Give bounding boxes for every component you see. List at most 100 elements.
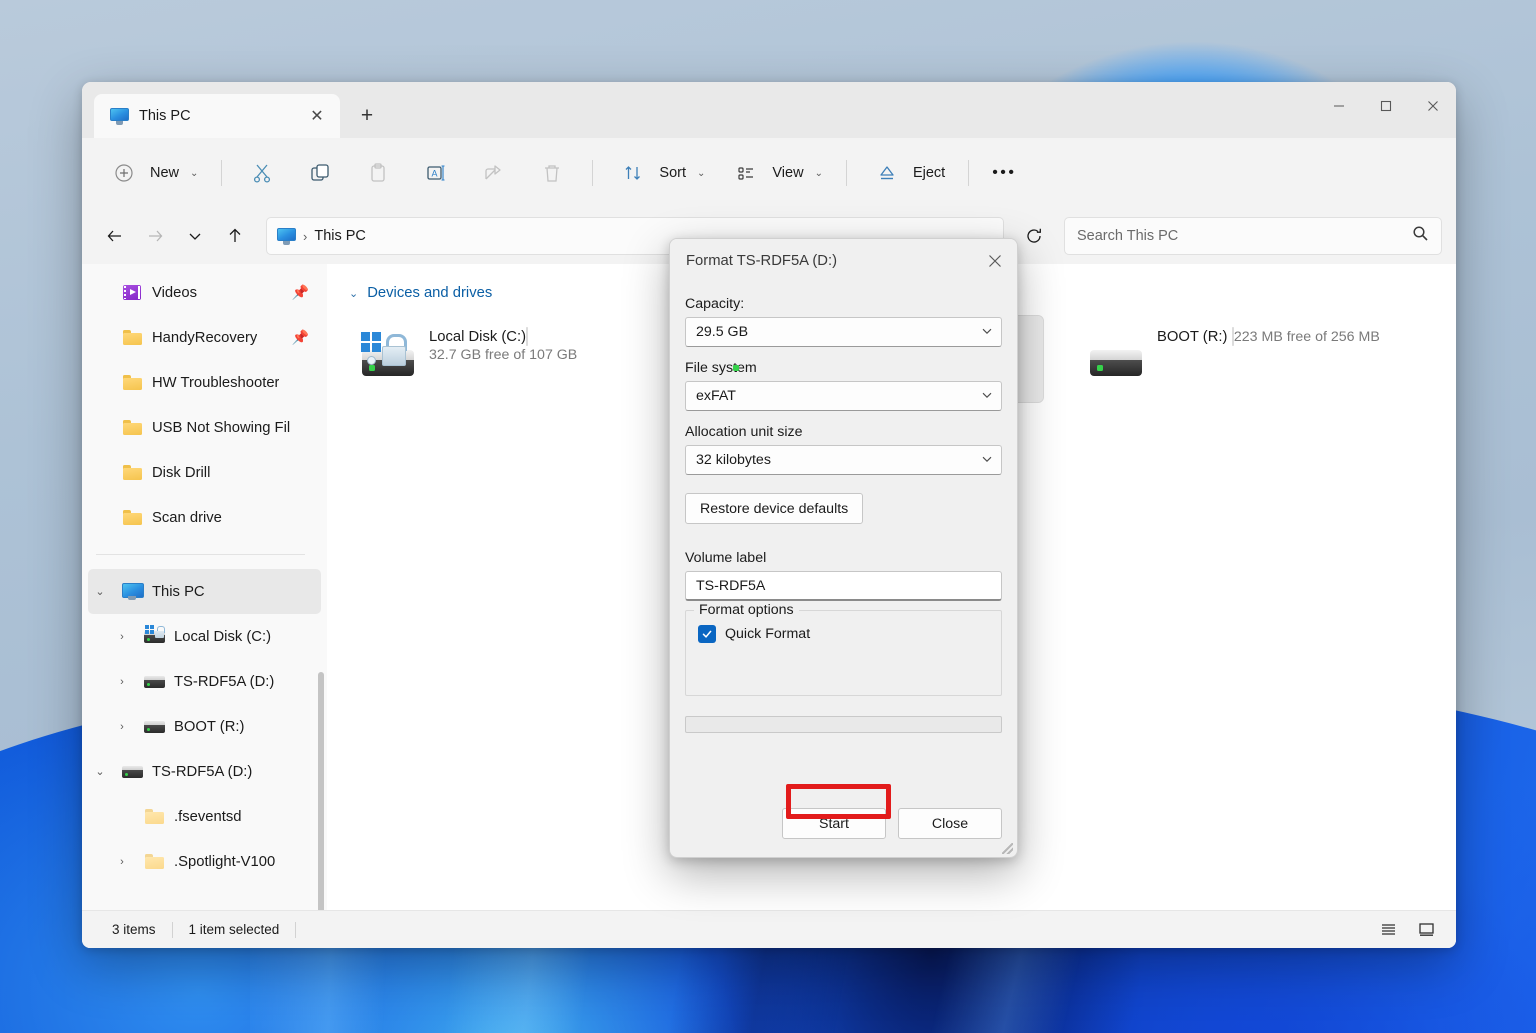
format-options-group: Format options Quick Format: [685, 610, 1002, 696]
chevron-down-icon[interactable]: [981, 389, 993, 404]
view-button-label: View: [772, 165, 803, 181]
restore-device-defaults-button[interactable]: Restore device defaults: [685, 493, 863, 524]
minimize-button[interactable]: [1315, 82, 1362, 130]
sidebar-item-label: Local Disk (C:): [174, 629, 271, 645]
folder-icon: [121, 420, 143, 435]
allocation-unit-size-label: Allocation unit size: [685, 424, 1002, 440]
sidebar-item-label: TS-RDF5A (D:): [152, 764, 252, 780]
back-button[interactable]: [96, 217, 134, 255]
new-button[interactable]: New ⌄: [96, 153, 209, 193]
monitor-icon: [277, 227, 296, 246]
tab-this-pc[interactable]: This PC ✕: [94, 94, 340, 138]
search-icon[interactable]: [1412, 225, 1429, 247]
volume-label-field[interactable]: [685, 571, 1002, 601]
eject-button[interactable]: Eject: [859, 153, 956, 193]
ellipsis-icon: •••: [992, 164, 1016, 182]
overflow-menu-button[interactable]: •••: [981, 153, 1027, 193]
folder-icon: [121, 375, 143, 390]
group-header-label: Devices and drives: [367, 285, 492, 301]
pin-icon[interactable]: 📌: [292, 284, 309, 301]
paste-button[interactable]: [350, 153, 406, 193]
quick-format-checkbox[interactable]: [698, 625, 716, 643]
drive-tile-boot-r[interactable]: BOOT (R:) 223 MB free of 256 MB: [1077, 316, 1407, 402]
sidebar-item-videos[interactable]: Videos 📌: [88, 270, 321, 315]
chevron-down-icon: ⌄: [815, 168, 823, 179]
start-button[interactable]: Start: [782, 808, 886, 839]
drive-name: Local Disk (C:): [429, 329, 526, 345]
share-button[interactable]: [466, 153, 522, 193]
chevron-down-icon[interactable]: ⌄: [88, 765, 112, 778]
dialog-footer: Start Close: [670, 786, 1017, 857]
sidebar-item-disk-drill[interactable]: Disk Drill: [88, 450, 321, 495]
copy-button[interactable]: [292, 153, 348, 193]
large-icons-view-icon[interactable]: [1410, 916, 1442, 944]
sidebar-item-ts-rdf5a-d[interactable]: › TS-RDF5A (D:): [88, 659, 321, 704]
folder-pale-icon: [143, 809, 165, 824]
view-toggles: [1372, 916, 1442, 944]
quick-format-row[interactable]: Quick Format: [698, 625, 989, 643]
chevron-right-icon[interactable]: ›: [110, 631, 134, 643]
sidebar-item-handyrecovery[interactable]: HandyRecovery 📌: [88, 315, 321, 360]
eject-icon: [870, 155, 904, 191]
sidebar-item-usb-not-showing-files[interactable]: USB Not Showing Fil: [88, 405, 321, 450]
folder-icon: [121, 330, 143, 345]
capacity-select[interactable]: 29.5 GB: [685, 317, 1002, 347]
folder-icon: [121, 510, 143, 525]
forward-button[interactable]: [136, 217, 174, 255]
new-tab-button[interactable]: +: [348, 97, 386, 135]
copy-icon: [303, 155, 337, 191]
sidebar-item-spotlight-v100[interactable]: › .Spotlight-V100: [88, 839, 321, 884]
sidebar-item-fseventsd[interactable]: .fseventsd: [88, 794, 321, 839]
tab-strip: This PC ✕ +: [82, 82, 386, 138]
chevron-down-icon[interactable]: [981, 453, 993, 468]
format-dialog: Format TS-RDF5A (D:) Capacity: 29.5 GB F…: [669, 238, 1018, 858]
details-view-icon[interactable]: [1372, 916, 1404, 944]
sort-button[interactable]: Sort ⌄: [605, 153, 716, 193]
volume-label-label: Volume label: [685, 550, 1002, 566]
maximize-button[interactable]: [1362, 82, 1409, 130]
chevron-right-icon[interactable]: ›: [110, 721, 134, 733]
toolbar-divider: [221, 160, 222, 186]
breadcrumb[interactable]: This PC: [314, 228, 366, 244]
close-icon[interactable]: ✕: [302, 101, 332, 131]
sidebar-item-this-pc[interactable]: ⌄ This PC: [88, 569, 321, 614]
up-button[interactable]: [216, 217, 254, 255]
allocation-unit-size-select[interactable]: 32 kilobytes: [685, 445, 1002, 475]
filesystem-select[interactable]: exFAT: [685, 381, 1002, 411]
selection-count: 1 item selected: [173, 922, 296, 937]
chevron-right-icon[interactable]: ›: [110, 676, 134, 688]
monitor-icon: [121, 583, 143, 600]
drive-tile-local-disk-c[interactable]: Local Disk (C:) 32.7 GB free of 107 GB: [349, 316, 679, 402]
close-button[interactable]: Close: [898, 808, 1002, 839]
sidebar-item-label: This PC: [152, 584, 205, 600]
sidebar-item-hw-troubleshooter[interactable]: HW Troubleshooter: [88, 360, 321, 405]
sidebar-item-local-disk-c[interactable]: › Local Disk (C:): [88, 614, 321, 659]
chevron-down-icon[interactable]: ⌄: [349, 287, 358, 300]
chevron-right-icon[interactable]: ›: [110, 856, 134, 868]
search-input[interactable]: [1077, 228, 1404, 244]
chevron-down-icon[interactable]: ⌄: [88, 585, 112, 598]
pin-icon[interactable]: 📌: [292, 329, 309, 346]
sidebar-item-ts-rdf5a-d-expanded[interactable]: ⌄ TS-RDF5A (D:): [88, 749, 321, 794]
recent-locations-button[interactable]: [176, 217, 214, 255]
search-box[interactable]: [1064, 217, 1442, 255]
close-icon[interactable]: [973, 239, 1017, 283]
sidebar-scrollbar[interactable]: [318, 672, 324, 910]
chevron-down-icon[interactable]: [981, 325, 993, 340]
cut-button[interactable]: [234, 153, 290, 193]
resize-grip[interactable]: [1002, 843, 1013, 854]
toolbar-divider-3: [846, 160, 847, 186]
delete-button[interactable]: [524, 153, 580, 193]
filesystem-value: exFAT: [696, 388, 981, 404]
refresh-button[interactable]: [1014, 217, 1054, 255]
toolbar-divider-4: [968, 160, 969, 186]
close-window-button[interactable]: [1409, 82, 1456, 130]
sidebar-item-boot-r[interactable]: › BOOT (R:): [88, 704, 321, 749]
navigation-pane: Videos 📌 HandyRecovery 📌 HW Troubleshoot…: [82, 264, 327, 910]
dialog-title: Format TS-RDF5A (D:): [686, 253, 973, 269]
volume-label-input[interactable]: [696, 578, 991, 594]
sidebar-item-label: Scan drive: [152, 510, 222, 526]
rename-button[interactable]: A: [408, 153, 464, 193]
sidebar-item-scan-drive[interactable]: Scan drive: [88, 495, 321, 540]
view-button[interactable]: View ⌄: [718, 153, 834, 193]
